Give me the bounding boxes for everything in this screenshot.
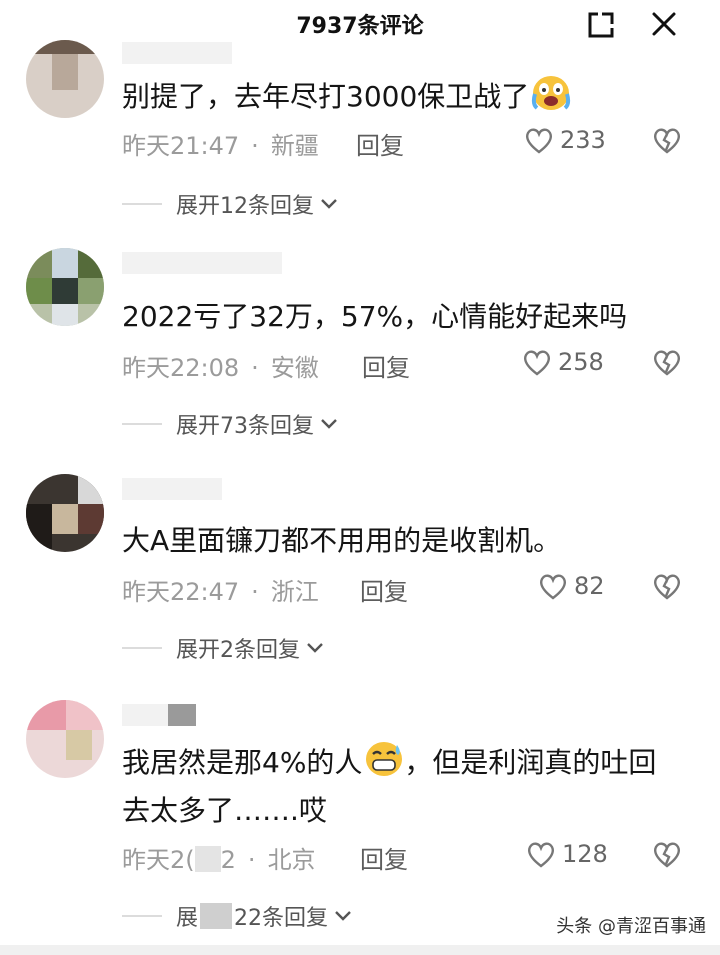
comment-time: 昨天22:08 [122, 354, 240, 382]
avatar[interactable] [26, 700, 104, 778]
comment-text: 我居然是那4%的人 ，但是利润真的吐回 去太多了…….哎 [122, 740, 702, 832]
username-blurred[interactable] [122, 42, 232, 64]
comment-meta: 昨天21:47 · 新疆 [122, 132, 319, 160]
like-button[interactable]: 233 [524, 126, 606, 154]
grinning-sweat-emoji-icon [364, 740, 404, 790]
divider [122, 203, 162, 205]
comment-time: 昨天21:47 [122, 132, 240, 160]
heart-icon [523, 350, 551, 376]
chevron-down-icon [335, 911, 351, 921]
watermark: 头条 @青涩百事通 [556, 916, 706, 937]
reply-button[interactable]: 回复 [360, 840, 408, 875]
reply-button[interactable]: 回复 [360, 572, 408, 607]
avatar[interactable] [26, 248, 104, 326]
comment-item: 大A里面镰刀都不用用的是收割机。 昨天22:47 · 浙江 回复 82 展开2条回复 [0, 474, 720, 674]
chevron-down-icon [321, 199, 337, 209]
comment-meta: 昨天2(2 · 北京 [122, 846, 316, 874]
expand-replies-button[interactable]: 展 22条回复 [122, 900, 352, 932]
chevron-down-icon [307, 643, 323, 653]
broken-heart-icon[interactable] [652, 840, 682, 872]
comment-text: 2022亏了32万，57%，心情能好起来吗 [122, 300, 628, 333]
reply-button[interactable]: 回复 [362, 348, 410, 383]
expand-replies-button[interactable]: 展开12条回复 [122, 188, 338, 220]
comment-time: 昨天22:47 [122, 578, 240, 606]
comment-item: 我居然是那4%的人 ，但是利润真的吐回 去太多了…….哎 昨天2(2 · 北京 回复… [0, 700, 720, 940]
comment-text: 别提了，去年尽打3000保卫战了 [122, 74, 702, 124]
comment-item: 2022亏了32万，57%，心情能好起来吗 昨天22:08 · 安徽 回复 258 … [0, 248, 720, 448]
blur-patch [200, 903, 233, 929]
expand-replies-button[interactable]: 展开73条回复 [122, 408, 338, 440]
like-count: 258 [558, 348, 604, 376]
reply-button[interactable]: 回复 [356, 126, 404, 161]
divider [122, 647, 162, 649]
chevron-down-icon [321, 419, 337, 429]
like-count: 233 [560, 126, 606, 154]
like-count: 128 [562, 840, 608, 868]
comment-location: 安徽 [270, 354, 319, 382]
comment-text: 大A里面镰刀都不用用的是收割机。 [122, 524, 562, 557]
like-count: 82 [574, 572, 605, 600]
comment-location: 浙江 [270, 578, 319, 606]
expand-replies-button[interactable]: 展开2条回复 [122, 632, 324, 664]
divider [122, 915, 162, 917]
bottom-divider [0, 945, 720, 955]
username-blurred[interactable] [122, 478, 222, 500]
comment-meta: 昨天22:47 · 浙江 [122, 578, 319, 606]
comment-meta: 昨天22:08 · 安徽 [122, 354, 319, 382]
broken-heart-icon[interactable] [652, 126, 682, 158]
expand-icon[interactable] [584, 8, 618, 42]
like-button[interactable]: 258 [522, 348, 604, 376]
blur-patch [194, 846, 221, 872]
heart-icon [527, 842, 555, 868]
close-icon[interactable] [646, 6, 682, 42]
broken-heart-icon[interactable] [652, 348, 682, 380]
avatar[interactable] [26, 40, 104, 118]
broken-heart-icon[interactable] [652, 572, 682, 604]
comment-location: 北京 [267, 846, 316, 874]
divider [122, 423, 162, 425]
heart-icon [539, 574, 567, 600]
comment-item: 别提了，去年尽打3000保卫战了 昨天21:47 · 新疆 回复 233 展开1… [0, 40, 720, 230]
avatar[interactable] [26, 474, 104, 552]
like-button[interactable]: 82 [538, 572, 605, 600]
username-blurred[interactable] [122, 252, 282, 274]
heart-icon [525, 128, 553, 154]
like-button[interactable]: 128 [526, 840, 608, 868]
blur-patch [168, 704, 196, 726]
crying-face-emoji-icon [531, 74, 571, 124]
comment-location: 新疆 [270, 132, 319, 160]
comment-time: 昨天2( [122, 846, 195, 874]
